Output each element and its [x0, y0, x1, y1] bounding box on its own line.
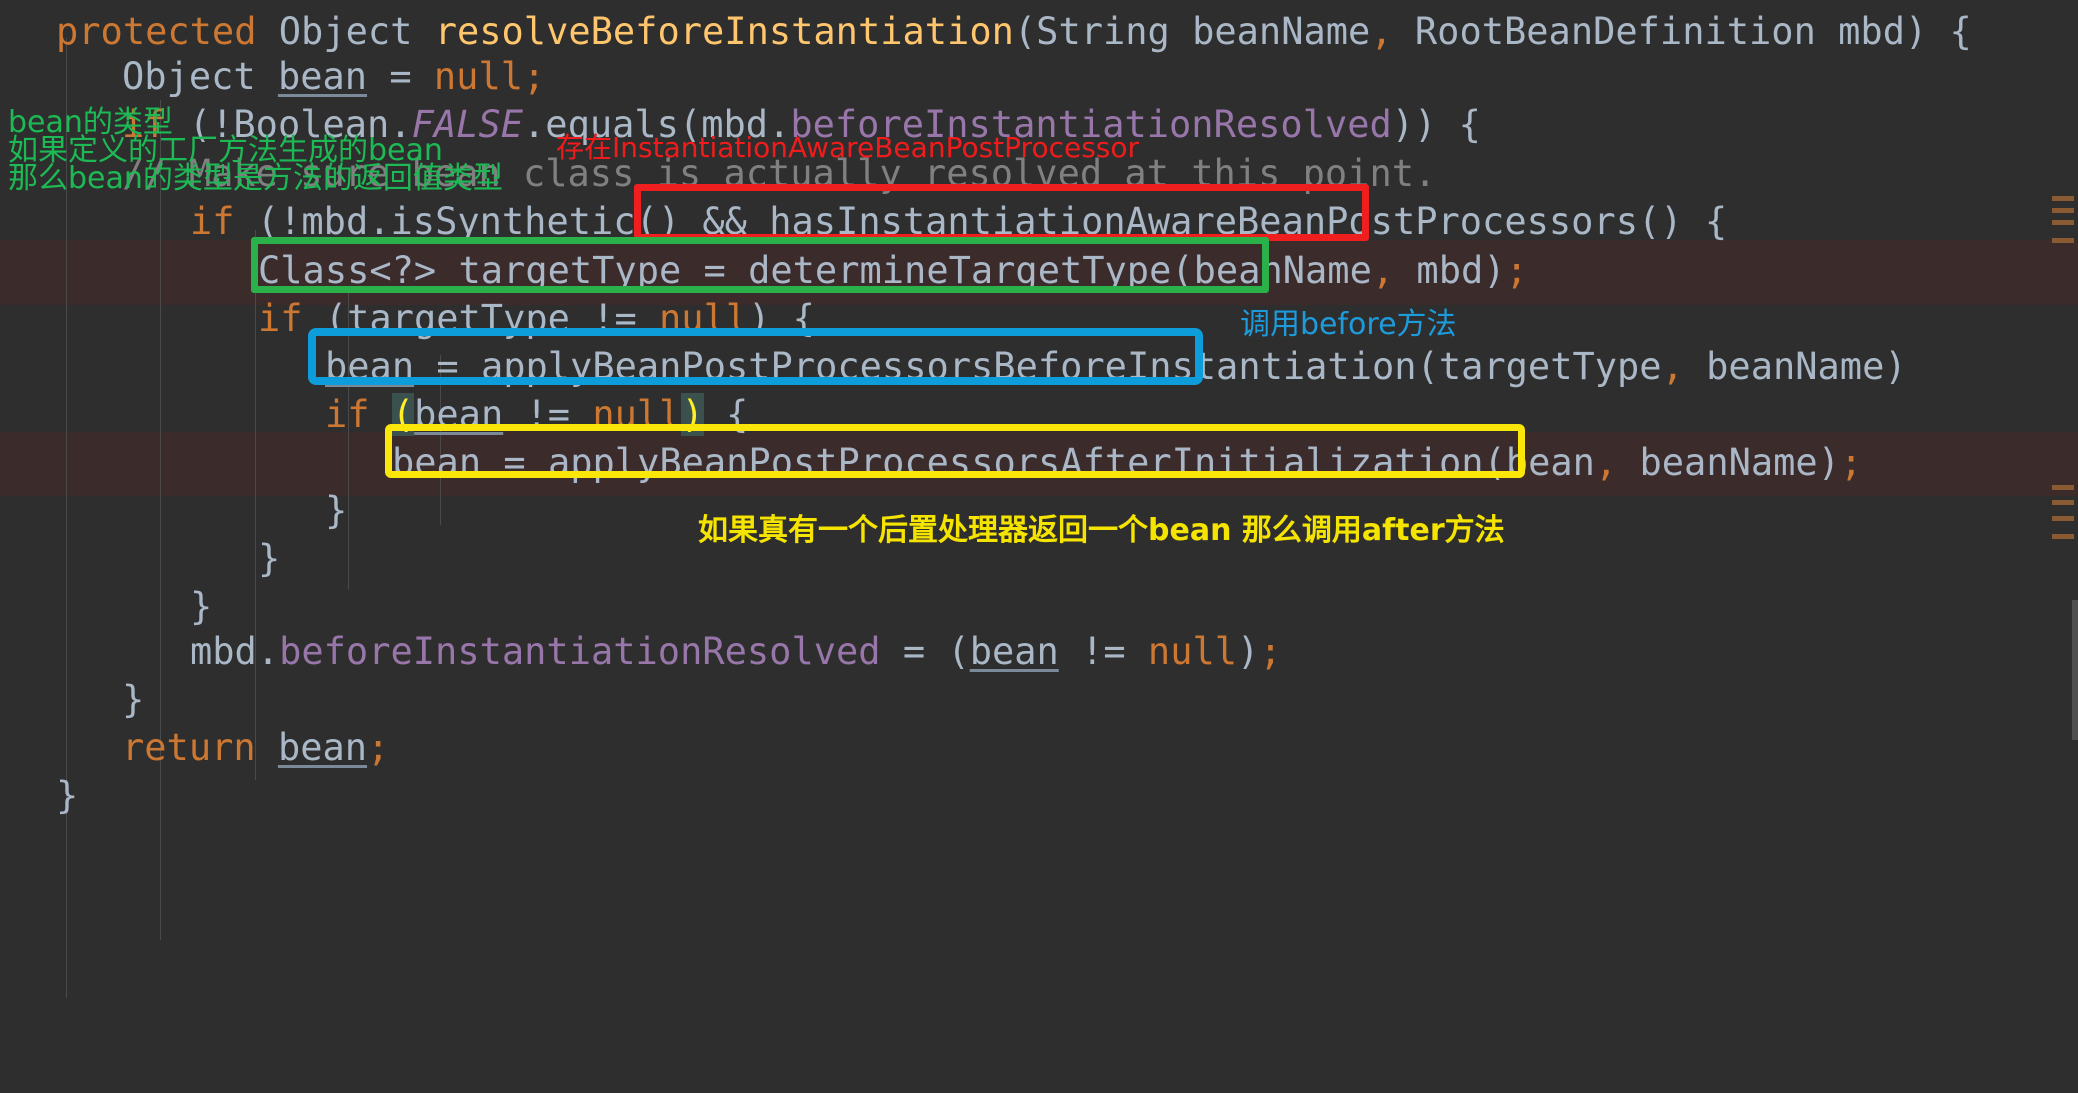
- annotation-green-line-3: 那么bean的类型是方法的返回值类型: [8, 161, 503, 196]
- token-method-call-after: applyBeanPostProcessorsAfterInitializati…: [547, 441, 1484, 484]
- token-bracket-match-open: (: [391, 393, 415, 436]
- gutter-marker[interactable]: [2052, 220, 2074, 225]
- token-punct: ): [1904, 10, 1928, 53]
- token-variable-bean: bean: [277, 55, 368, 98]
- token-punct: .: [256, 630, 280, 673]
- gutter-marker[interactable]: [2052, 500, 2074, 505]
- token-punct: (: [1483, 441, 1506, 484]
- token-type: String: [1036, 10, 1170, 53]
- token-punct: ): [1237, 630, 1260, 673]
- token-param: mbd: [1416, 249, 1484, 292]
- annotation-red: 存在InstantiationAwareBeanPostProcessor: [556, 131, 1140, 164]
- token-punct: ,: [1661, 345, 1684, 388]
- token-keyword-null: null: [1147, 630, 1238, 673]
- token-param: mbd: [301, 200, 369, 243]
- token-method-call-before: applyBeanPostProcessorsBeforeInstantiati…: [480, 345, 1417, 388]
- token-field: beforeInstantiationResolved: [279, 630, 881, 673]
- code-line-12[interactable]: }: [258, 527, 280, 591]
- code-line-14[interactable]: mbd.beforeInstantiationResolved = (bean …: [190, 620, 1282, 684]
- token-punct: ): [1884, 345, 1907, 388]
- token-variable-targettype: targetType: [458, 249, 682, 292]
- token-bracket-match-close: ): [681, 393, 704, 436]
- token-op: =: [902, 630, 926, 673]
- token-variable-targettype: targetType: [347, 297, 570, 340]
- token-punct: .: [523, 103, 546, 146]
- token-punct: {: [726, 393, 749, 436]
- token-punct: () &&: [635, 200, 770, 243]
- token-punct: ;: [1840, 441, 1863, 484]
- token-punct: )) {: [1391, 103, 1481, 146]
- token-keyword-if: if: [258, 297, 303, 340]
- token-punct: .: [368, 200, 391, 243]
- token-keyword-null: null: [433, 55, 523, 98]
- token-keyword-if: if: [190, 200, 235, 243]
- gutter-marker[interactable]: [2052, 485, 2074, 490]
- token-punct: ;: [523, 55, 546, 98]
- token-type: RootBeanDefinition: [1414, 10, 1816, 53]
- annotation-yellow: 如果真有一个后置处理器返回一个bean 那么调用after方法: [698, 513, 1505, 548]
- token-punct: {: [1704, 200, 1728, 243]
- token-op: !=: [525, 393, 571, 436]
- gutter-marker[interactable]: [2052, 534, 2074, 539]
- token-variable-bean: bean: [414, 393, 504, 436]
- code-line-17[interactable]: }: [56, 764, 78, 828]
- token-punct: ;: [367, 726, 390, 769]
- token-punct: ;: [1259, 630, 1282, 673]
- code-line-10[interactable]: bean = applyBeanPostProcessorsAfterIniti…: [392, 431, 1862, 495]
- token-punct: (: [1171, 249, 1194, 292]
- token-keyword-null: null: [592, 393, 682, 436]
- token-punct: ,: [1370, 10, 1393, 53]
- token-punct: ) {: [748, 297, 815, 340]
- token-variable-bean: bean: [1505, 441, 1595, 484]
- code-line-16[interactable]: return bean;: [122, 716, 389, 780]
- gutter-marker[interactable]: [2052, 238, 2074, 243]
- token-variable-bean: bean: [277, 726, 368, 769]
- token-punct: ): [1483, 249, 1506, 292]
- token-op: !=: [1081, 630, 1126, 673]
- vertical-scrollbar-thumb[interactable]: [2072, 600, 2078, 740]
- token-keyword-if: if: [325, 393, 370, 436]
- token-punct: ): [1817, 441, 1840, 484]
- gutter-marker[interactable]: [2052, 208, 2074, 213]
- token-param: mbd: [1838, 10, 1905, 53]
- token-punct: ;: [1505, 249, 1528, 292]
- gutter-marker[interactable]: [2052, 196, 2074, 201]
- token-method-call: isSynthetic: [390, 200, 636, 243]
- token-punct: (: [1013, 10, 1037, 53]
- token-punct: (!: [256, 200, 302, 243]
- token-punct: (: [324, 297, 348, 340]
- token-punct: ,: [1594, 441, 1618, 484]
- token-type: Class<?>: [258, 249, 437, 292]
- token-punct: {: [1949, 10, 1972, 53]
- token-variable-bean: bean: [392, 441, 482, 484]
- token-op: =: [436, 345, 459, 388]
- token-variable-targettype: targetType: [1438, 345, 1662, 388]
- token-punct: (: [1416, 345, 1439, 388]
- token-op: =: [503, 441, 526, 484]
- code-editor[interactable]: protected Object resolveBeforeInstantiat…: [0, 0, 2078, 1093]
- token-op: =: [703, 249, 726, 292]
- token-keyword-return: return: [122, 726, 256, 769]
- token-op: =: [389, 55, 412, 98]
- token-keyword-null: null: [659, 297, 749, 340]
- annotation-blue: 调用before方法: [1240, 307, 1457, 342]
- token-variable-bean: bean: [325, 345, 415, 388]
- token-method-call-has-ipp: hasInstantiationAwareBeanPostProcessors: [769, 200, 1638, 243]
- token-type: Object: [122, 55, 256, 98]
- gutter-marker[interactable]: [2052, 516, 2074, 521]
- token-param: beanName: [1193, 249, 1372, 292]
- token-punct: ,: [1371, 249, 1395, 292]
- token-param: beanName: [1192, 10, 1371, 53]
- token-param: mbd: [190, 630, 257, 673]
- token-param: beanName: [1639, 441, 1818, 484]
- token-method-call: determineTargetType: [748, 249, 1172, 292]
- token-variable-bean: bean: [969, 630, 1059, 673]
- code-line-11[interactable]: }: [325, 479, 347, 543]
- token-op: !=: [592, 297, 637, 340]
- token-param: beanName: [1706, 345, 1885, 388]
- token-punct: (): [1637, 200, 1683, 243]
- token-punct: (: [947, 630, 970, 673]
